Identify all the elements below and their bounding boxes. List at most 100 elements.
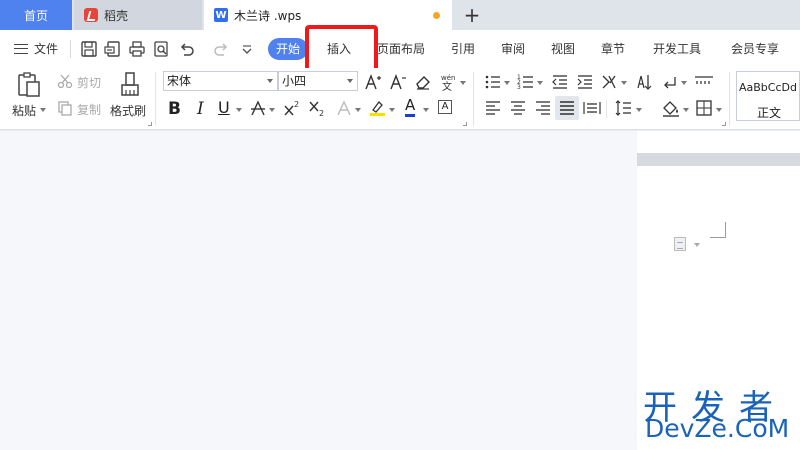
subscript-icon[interactable]: 2 [308,99,326,117]
print-icon[interactable] [128,40,146,58]
borders-icon[interactable] [695,99,713,117]
paragraph-dialog-launcher-icon[interactable] [722,122,726,126]
cut-icon[interactable] [57,73,73,89]
style-sample-text: AaBbCcDd [739,81,797,94]
tab-bar: 首页 稻壳 W 木兰诗 .wps + [0,0,800,30]
align-left-icon[interactable] [484,99,502,117]
superscript-icon[interactable]: 2 [283,99,301,117]
daoke-logo-icon [84,8,98,22]
format-painter-button-label[interactable]: 格式刷 [110,102,146,119]
clipboard-dialog-launcher-icon[interactable] [148,122,152,126]
phonetic-dropdown-icon[interactable] [460,81,466,85]
show-hide-marks-icon[interactable] [661,73,679,91]
italic-button[interactable]: I [197,99,204,119]
redo-icon[interactable] [212,40,230,58]
svg-text:文: 文 [442,80,452,92]
export-pdf-icon[interactable] [104,40,122,58]
tab-document-label: 木兰诗 .wps [234,8,302,23]
divider [473,72,474,126]
tab-stops-icon[interactable] [694,73,714,91]
wps-writer-icon: W [214,8,228,22]
justify-icon[interactable] [558,99,576,117]
highlight-dropdown-icon[interactable] [389,108,395,112]
phonetic-guide-icon[interactable]: wén文 [439,72,459,92]
paragraph-options-dropdown-icon[interactable] [694,243,700,247]
undo-icon[interactable] [178,40,196,58]
line-spacing-dropdown-icon[interactable] [636,108,642,112]
font-color-dropdown-icon[interactable] [423,108,429,112]
text-effect-dropdown-icon[interactable] [355,108,361,112]
character-border-button[interactable]: A [438,100,452,114]
tab-member[interactable]: 会员专享 [731,40,779,57]
shading-icon[interactable] [661,99,681,117]
borders-dropdown-icon[interactable] [716,108,722,112]
paste-dropdown-icon[interactable] [40,108,46,112]
page-margin-corner-mark [710,222,726,238]
svg-text:2: 2 [294,100,299,109]
shrink-font-icon[interactable] [389,73,407,91]
highlight-icon[interactable] [368,99,386,117]
cut-button-label[interactable]: 剪切 [77,74,101,91]
tab-home-label: 首页 [23,8,48,23]
grow-font-icon[interactable] [364,73,382,91]
line-spacing-icon[interactable] [615,99,633,117]
copy-button-label[interactable]: 复制 [77,101,101,118]
show-hide-dropdown-icon[interactable] [681,81,687,85]
style-name-label: 正文 [757,106,782,120]
svg-text:2: 2 [319,109,324,117]
text-effect-icon[interactable] [335,99,353,117]
unsaved-indicator-icon [433,12,440,19]
bullet-dropdown-icon[interactable] [504,81,510,85]
underline-dropdown-icon[interactable] [236,108,242,112]
tab-developer[interactable]: 开发工具 [653,40,701,57]
underline-button[interactable]: U [218,98,230,117]
paragraph-options-icon[interactable] [674,237,686,251]
tab-review[interactable]: 审阅 [501,40,525,57]
tab-home[interactable]: 首页 [0,0,72,30]
font-color-button[interactable]: A [405,98,416,117]
tab-daoke[interactable]: 稻壳 [74,0,202,30]
format-painter-icon[interactable] [119,71,141,99]
document-canvas[interactable] [0,131,637,450]
font-name-combo[interactable]: 宋体 [163,71,278,91]
tab-daoke-label: 稻壳 [104,8,129,23]
tab-chapter[interactable]: 章节 [601,40,625,57]
paste-icon[interactable] [16,71,42,99]
paste-button-label[interactable]: 粘贴 [12,102,36,119]
print-preview-icon[interactable] [152,40,170,58]
file-menu-button[interactable]: 文件 [14,40,58,57]
tab-start[interactable]: 开始 [268,38,308,60]
bold-button[interactable]: B [168,99,181,119]
font-size-value: 小四 [282,74,307,88]
shading-dropdown-icon[interactable] [683,108,689,112]
bullet-list-icon[interactable] [484,73,502,91]
save-icon[interactable] [80,40,98,58]
hamburger-icon [14,43,28,54]
increase-indent-icon[interactable] [576,73,594,91]
align-center-icon[interactable] [509,99,527,117]
previous-page-bottom[interactable] [637,131,800,153]
sort-icon[interactable] [635,73,653,91]
font-dialog-launcher-icon[interactable] [463,122,467,126]
chinese-layout-icon[interactable] [601,73,619,91]
svg-text:3: 3 [517,84,521,91]
decrease-indent-icon[interactable] [551,73,569,91]
align-right-icon[interactable] [534,99,552,117]
svg-text:wén: wén [441,74,455,82]
tab-view[interactable]: 视图 [551,40,575,57]
customize-toolbar-icon[interactable] [238,40,256,58]
chevron-down-icon [267,79,273,83]
numbering-dropdown-icon[interactable] [537,81,543,85]
new-tab-button[interactable]: + [460,3,484,27]
copy-icon[interactable] [57,100,73,116]
tab-page-layout[interactable]: 页面布局 [377,40,425,57]
style-normal-preset[interactable]: AaBbCcDd 正文 [736,71,800,121]
strikethrough-dropdown-icon[interactable] [269,108,275,112]
numbered-list-icon[interactable]: 123 [517,73,535,91]
strikethrough-icon[interactable] [249,99,267,117]
chinese-layout-dropdown-icon[interactable] [621,81,627,85]
font-size-combo[interactable]: 小四 [278,71,358,91]
tab-references[interactable]: 引用 [451,40,475,57]
distributed-align-icon[interactable] [583,99,601,117]
clear-format-icon[interactable] [414,73,432,91]
